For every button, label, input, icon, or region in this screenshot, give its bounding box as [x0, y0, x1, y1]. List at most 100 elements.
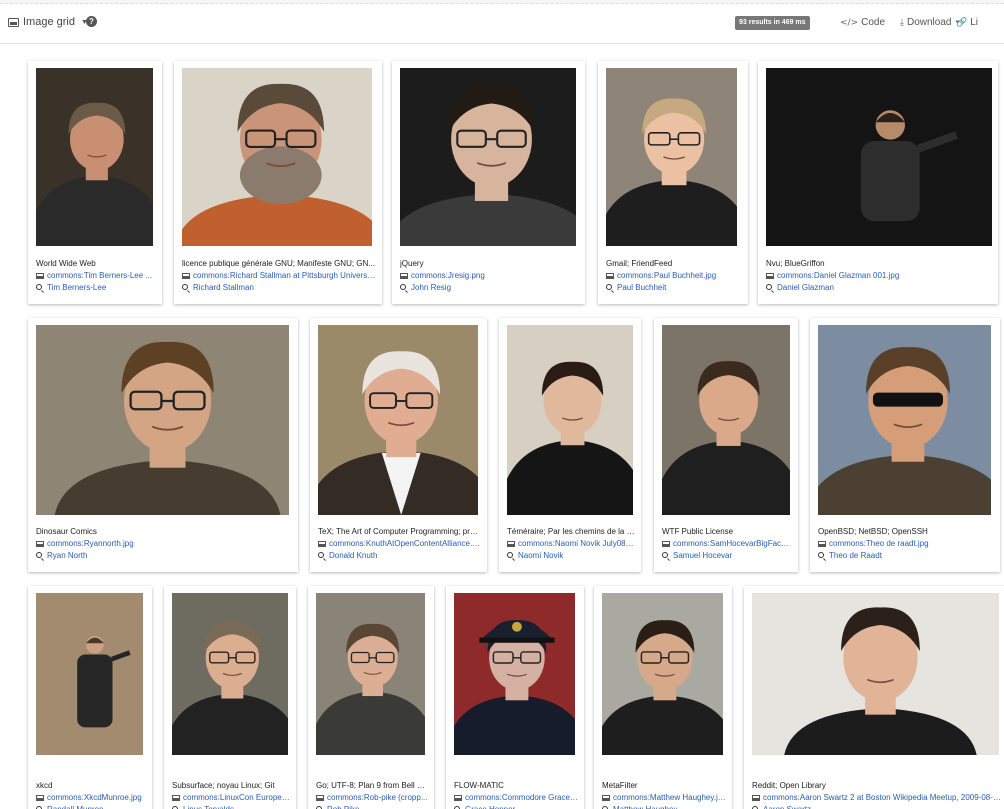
card-title: OpenBSD; NetBSD; OpenSSH [818, 527, 928, 536]
image-icon [606, 273, 614, 279]
image-icon [818, 541, 826, 547]
image-icon [182, 273, 190, 279]
card-file-link[interactable]: commons:Daniel Glazman 001.jpg [766, 270, 992, 281]
result-photo[interactable] [606, 68, 737, 246]
download-button[interactable]: ⤓ Download ▼ [900, 17, 960, 28]
result-photo[interactable] [454, 593, 575, 755]
card-file-link[interactable]: commons:Tim Berners-Lee ... [36, 270, 156, 281]
search-icon [818, 552, 824, 558]
card-person-name: Ryan North [47, 551, 88, 560]
help-icon[interactable]: ? [86, 16, 97, 27]
code-button[interactable]: </> Code [840, 17, 885, 28]
card-person-link[interactable]: Linus Torvalds [172, 804, 290, 809]
card-file-name: commons:Aaron Swartz 2 at Boston Wikiped… [763, 793, 1002, 802]
result-card[interactable]: Téméraire; Par les chemins de la s... com… [499, 318, 641, 572]
result-card[interactable]: World Wide Web commons:Tim Berners-Lee ..… [28, 61, 162, 304]
result-card[interactable]: MetaFilter commons:Matthew Haughey.jpg Mat… [594, 586, 732, 809]
result-card[interactable]: TeX; The Art of Computer Programming; pr… [310, 318, 487, 572]
link-button[interactable]: 🔗 Li [956, 17, 978, 28]
card-file-link[interactable]: commons:Matthew Haughey.jpg [602, 792, 726, 803]
card-file-name: commons:Richard Stallman at Pittsburgh U… [193, 271, 376, 280]
result-card[interactable]: FLOW-MATIC commons:Commodore Grace ... Gra… [446, 586, 584, 809]
card-file-name: commons:Jresig.png [411, 271, 485, 280]
result-photo[interactable] [318, 325, 478, 515]
result-card[interactable]: Gmail; FriendFeed commons:Paul Buchheit.j… [598, 61, 748, 304]
result-card[interactable]: xkcd commons:XkcdMunroe.jpg Randall Munroe [28, 586, 152, 809]
card-file-link[interactable]: commons:Naomi Novik July08.jpg [507, 538, 635, 549]
view-selector[interactable]: Image grid ▼ [8, 16, 88, 28]
result-photo[interactable] [36, 593, 143, 755]
card-file-link[interactable]: commons:Paul Buchheit.jpg [606, 270, 742, 281]
card-person-link[interactable]: Matthew Haughey [602, 804, 726, 809]
image-icon [662, 541, 670, 547]
result-photo[interactable] [172, 593, 288, 755]
card-file-name: commons:Commodore Grace ... [465, 793, 578, 802]
card-person-link[interactable]: Naomi Novik [507, 550, 635, 561]
result-photo[interactable] [818, 325, 991, 515]
result-photo[interactable] [316, 593, 425, 755]
result-photo[interactable] [766, 68, 992, 246]
image-icon [316, 795, 324, 801]
card-person-link[interactable]: Rob Pike [316, 804, 428, 809]
card-person-link[interactable]: Grace Hopper [454, 804, 578, 809]
result-photo[interactable] [662, 325, 790, 515]
result-card[interactable]: WTF Public License commons:SamHocevarBigF… [654, 318, 798, 572]
result-photo[interactable] [507, 325, 633, 515]
code-icon: </> [840, 17, 859, 28]
card-title: licence publique générale GNU; Manifeste… [182, 259, 375, 268]
card-person-link[interactable]: Samuel Hocevar [662, 550, 792, 561]
card-person-name: Donald Knuth [329, 551, 378, 560]
card-file-name: commons:Ryannorth.jpg [47, 539, 134, 548]
result-photo[interactable] [602, 593, 723, 755]
card-file-link[interactable]: commons:Commodore Grace ... [454, 792, 578, 803]
card-person-link[interactable]: Ryan North [36, 550, 292, 561]
card-file-link[interactable]: commons:Theo de raadt.jpg [818, 538, 994, 549]
card-file-link[interactable]: commons:XkcdMunroe.jpg [36, 792, 146, 803]
card-person-link[interactable]: Donald Knuth [318, 550, 481, 561]
result-photo[interactable] [400, 68, 576, 246]
card-title: jQuery [400, 259, 424, 268]
result-card[interactable]: Go; UTF-8; Plan 9 from Bell L... commons:… [308, 586, 434, 809]
card-file-name: commons:Theo de raadt.jpg [829, 539, 929, 548]
card-title: FLOW-MATIC [454, 781, 504, 790]
card-person-name: Randall Munroe [47, 805, 103, 809]
card-person-link[interactable]: John Resig [400, 282, 579, 293]
card-person-link[interactable]: Richard Stallman [182, 282, 376, 293]
card-person-name: Tim Berners-Lee [47, 283, 107, 292]
results-count-badge: 93 results in 469 ms [735, 16, 810, 30]
search-icon [318, 552, 324, 558]
result-card[interactable]: Dinosaur Comics commons:Ryannorth.jpg Ryan… [28, 318, 298, 572]
result-card[interactable]: licence publique générale GNU; Manifeste… [174, 61, 382, 304]
card-file-link[interactable]: commons:Rob-pike (cropp... [316, 792, 428, 803]
card-title: Nvu; BlueGriffon [766, 259, 825, 268]
result-card[interactable]: OpenBSD; NetBSD; OpenSSH commons:Theo de … [810, 318, 1000, 572]
result-card[interactable]: Nvu; BlueGriffon commons:Daniel Glazman 0… [758, 61, 998, 304]
card-person-link[interactable]: Aaron Swartz [752, 804, 1002, 809]
card-person-link[interactable]: Randall Munroe [36, 804, 146, 809]
result-card[interactable]: Subsurface; noyau Linux; Git commons:Linu… [164, 586, 296, 809]
card-file-link[interactable]: commons:Ryannorth.jpg [36, 538, 292, 549]
download-icon: ⤓ [900, 17, 904, 28]
card-person-link[interactable]: Theo de Raadt [818, 550, 994, 561]
image-icon [400, 273, 408, 279]
result-photo[interactable] [36, 325, 289, 515]
card-file-link[interactable]: commons:Jresig.png [400, 270, 579, 281]
card-person-name: Theo de Raadt [829, 551, 882, 560]
card-person-link[interactable]: Tim Berners-Lee [36, 282, 156, 293]
result-card[interactable]: Reddit; Open Library commons:Aaron Swartz… [744, 586, 1004, 809]
result-photo[interactable] [752, 593, 999, 755]
card-person-link[interactable]: Paul Buchheit [606, 282, 742, 293]
card-person-link[interactable]: Daniel Glazman [766, 282, 992, 293]
card-title: xkcd [36, 781, 53, 790]
card-file-link[interactable]: commons:Aaron Swartz 2 at Boston Wikiped… [752, 792, 1002, 803]
image-icon [454, 795, 462, 801]
card-file-link[interactable]: commons:Richard Stallman at Pittsburgh U… [182, 270, 376, 281]
card-file-link[interactable]: commons:KnuthAtOpenContentAlliance.jpg [318, 538, 481, 549]
card-file-link[interactable]: commons:LinuxCon Europe ... [172, 792, 290, 803]
result-photo[interactable] [182, 68, 372, 246]
card-file-link[interactable]: commons:SamHocevarBigFace.... [662, 538, 792, 549]
image-icon [172, 795, 180, 801]
result-card[interactable]: jQuery commons:Jresig.png John Resig [392, 61, 585, 304]
image-icon [36, 273, 44, 279]
result-photo[interactable] [36, 68, 153, 246]
